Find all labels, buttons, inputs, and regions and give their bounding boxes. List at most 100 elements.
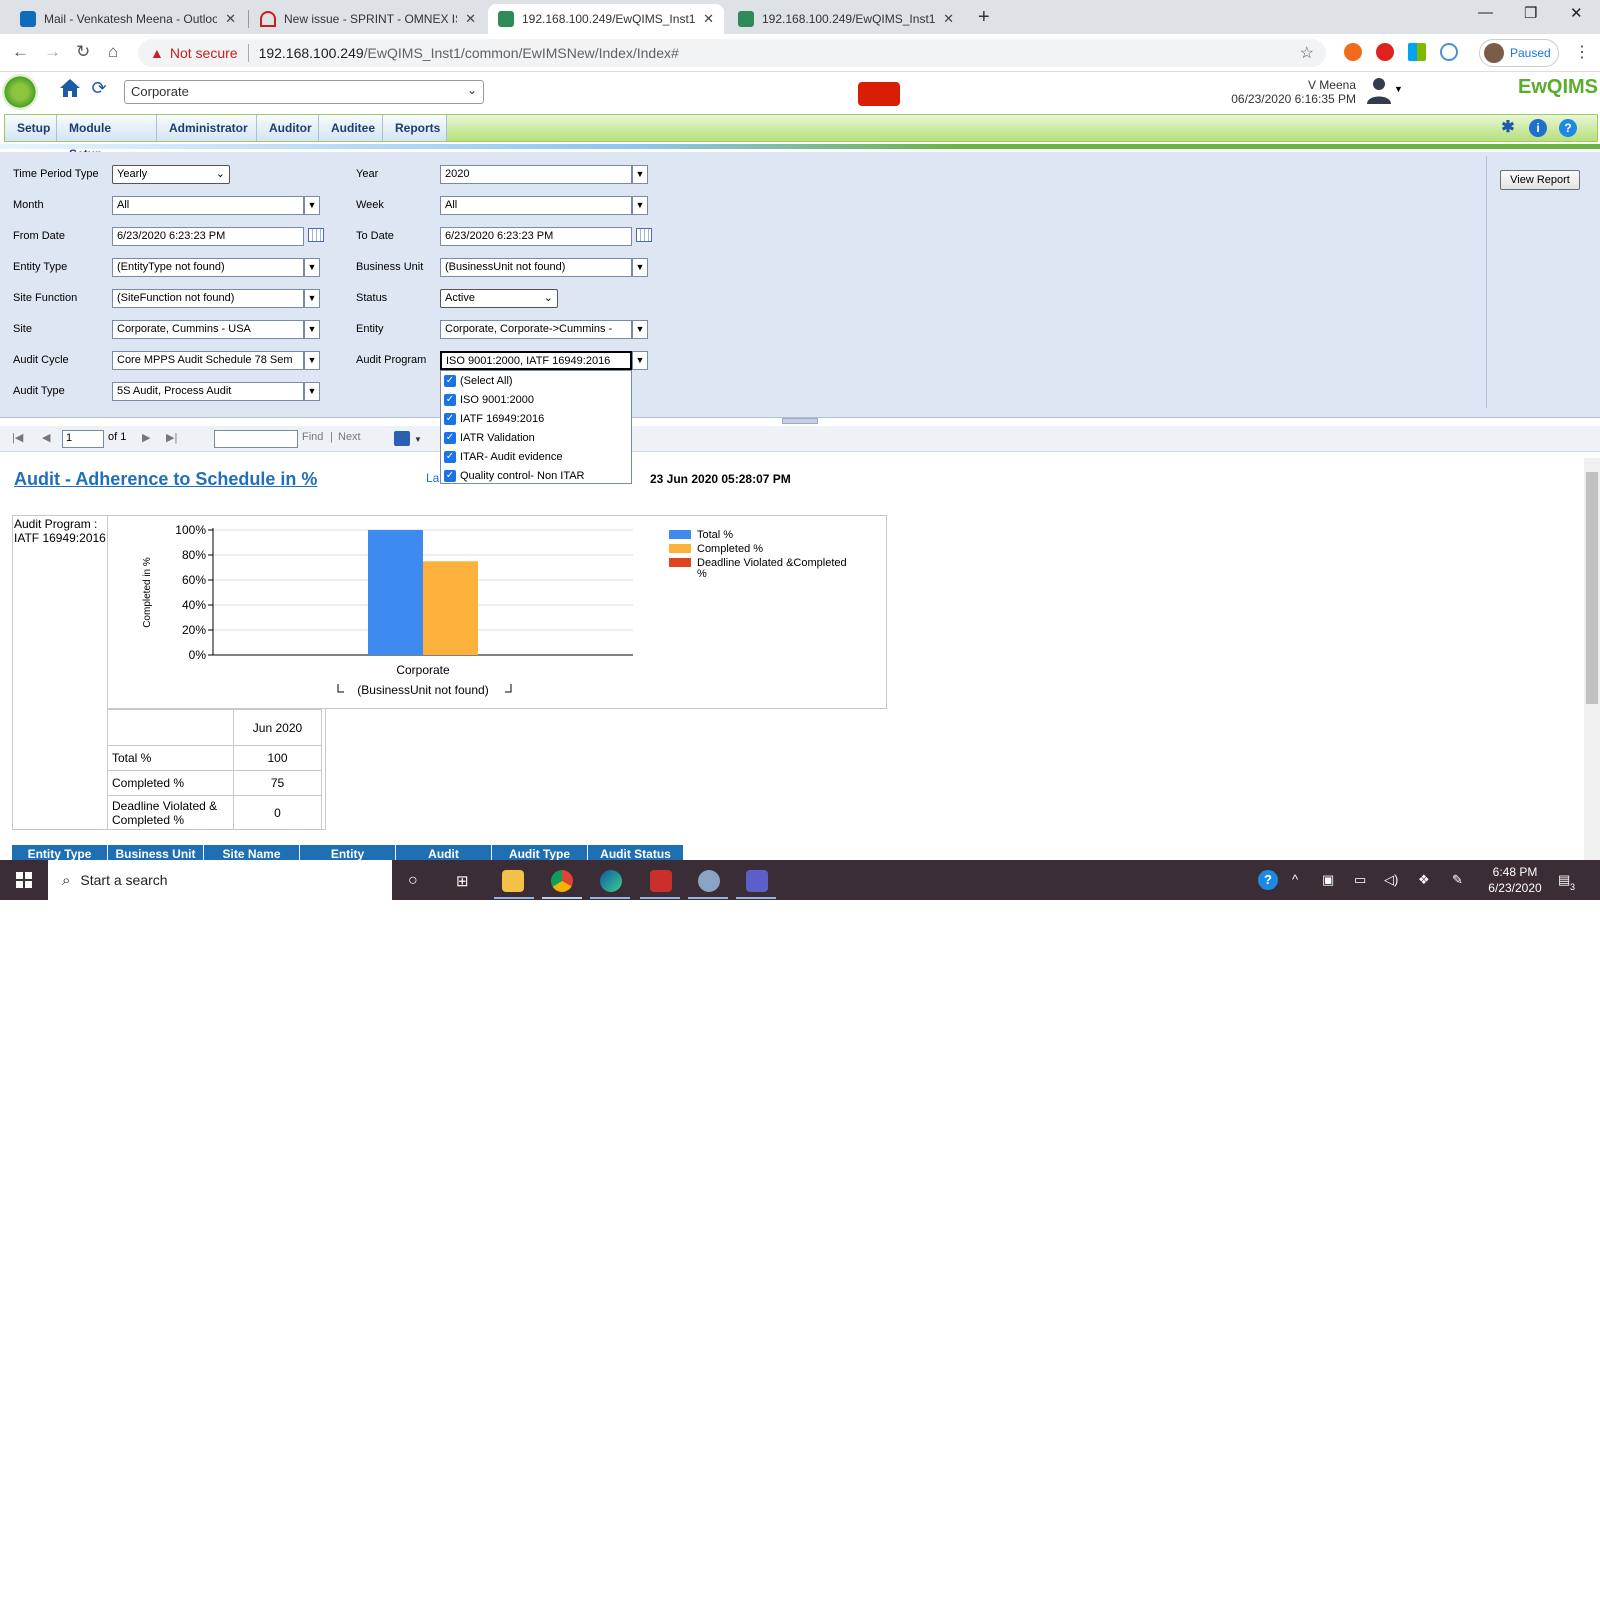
scrollbar-thumb[interactable] <box>1586 472 1598 704</box>
back-icon[interactable]: ← <box>12 42 29 62</box>
caret-down-icon[interactable]: ▼ <box>1394 84 1403 94</box>
menu-auditee[interactable]: Auditee <box>319 115 383 141</box>
audit-program-field[interactable]: ISO 9001:2000, IATF 16949:2016 <box>440 351 632 370</box>
menu-administrator[interactable]: Administrator <box>157 115 257 141</box>
taskbar-search-input[interactable]: ⌕ Start a search <box>48 860 392 900</box>
network-icon[interactable]: ▣ <box>1322 872 1334 888</box>
close-icon[interactable]: ✕ <box>703 11 714 27</box>
edge-icon[interactable] <box>600 870 622 892</box>
audit-type-field[interactable]: 5S Audit, Process Audit <box>112 382 304 401</box>
restore-icon[interactable]: ❐ <box>1524 4 1537 22</box>
next-link[interactable]: Next <box>338 431 361 443</box>
corporate-select[interactable]: Corporate ⌄ <box>124 80 484 104</box>
week-dropdown-button[interactable]: ▼ <box>632 196 648 215</box>
first-page-icon[interactable]: |◀ <box>12 431 23 444</box>
tab-ewqims-2[interactable]: 192.168.100.249/EwQIMS_Inst1/common ✕ <box>728 4 964 34</box>
status-select[interactable]: Active ⌄ <box>440 289 558 308</box>
audit-program-option[interactable]: ✓ ITAR- Audit evidence <box>441 447 631 466</box>
profile-paused-button[interactable]: Paused <box>1479 39 1559 67</box>
business-unit-field[interactable]: (BusinessUnit not found) <box>440 258 632 277</box>
next-page-icon[interactable]: ▶ <box>142 431 150 444</box>
find-input[interactable] <box>214 430 298 448</box>
site-dropdown-button[interactable]: ▼ <box>304 320 320 339</box>
file-explorer-icon[interactable] <box>502 870 524 892</box>
audit-cycle-field[interactable]: Core MPPS Audit Schedule 78 Sem <box>112 351 304 370</box>
chevron-up-icon[interactable]: ^ <box>1292 872 1298 887</box>
extension-fire-icon[interactable] <box>1344 43 1362 61</box>
new-tab-icon[interactable]: + <box>978 6 990 29</box>
menu-auditor[interactable]: Auditor <box>257 115 319 141</box>
help-icon[interactable]: ? <box>1559 119 1577 137</box>
security-app-icon[interactable] <box>650 870 672 892</box>
panel-collapse-handle[interactable] <box>782 418 818 424</box>
view-report-button[interactable]: View Report <box>1500 170 1580 190</box>
export-save-icon[interactable] <box>394 431 410 446</box>
page-number-input[interactable]: 1 <box>62 430 104 448</box>
checkbox-checked-icon[interactable]: ✓ <box>444 374 456 387</box>
entity-field[interactable]: Corporate, Corporate->Cummins - <box>440 320 632 339</box>
previous-page-icon[interactable]: ◀ <box>42 431 50 444</box>
home-icon[interactable] <box>58 76 82 100</box>
caret-down-icon[interactable]: ▼ <box>414 435 422 444</box>
calendar-icon[interactable] <box>636 228 652 242</box>
last-page-icon[interactable]: ▶| <box>166 431 177 444</box>
report-title[interactable]: Audit - Adherence to Schedule in % <box>14 469 317 490</box>
battery-icon[interactable]: ▭ <box>1354 872 1366 888</box>
minimize-icon[interactable]: — <box>1478 4 1493 21</box>
more-menu-icon[interactable]: ⋮ <box>1574 42 1590 62</box>
checkbox-checked-icon[interactable]: ✓ <box>444 393 456 406</box>
business-unit-dropdown-button[interactable]: ▼ <box>632 258 648 277</box>
calendar-icon[interactable] <box>308 228 324 242</box>
forward-icon[interactable]: → <box>44 42 61 62</box>
site-field[interactable]: Corporate, Cummins - USA <box>112 320 304 339</box>
tab-ewqims-active[interactable]: 192.168.100.249/EwQIMS_Inst1/common ✕ <box>488 4 724 34</box>
week-field[interactable]: All <box>440 196 632 215</box>
audit-cycle-dropdown-button[interactable]: ▼ <box>304 351 320 370</box>
audit-program-option[interactable]: ✓ ISO 9001:2000 <box>441 390 631 409</box>
extension-windows-icon[interactable] <box>1408 43 1426 61</box>
tab-outlook[interactable]: Mail - Venkatesh Meena - Outlook ✕ <box>10 4 246 34</box>
audit-program-option[interactable]: ✓ Quality control- Non ITAR <box>441 466 631 485</box>
time-period-type-select[interactable]: Yearly ⌄ <box>112 165 230 184</box>
menu-setup[interactable]: Setup <box>5 115 57 141</box>
refresh-icon[interactable]: ⟳ <box>88 77 110 99</box>
audit-type-dropdown-button[interactable]: ▼ <box>304 382 320 401</box>
pen-icon[interactable]: ✎ <box>1452 872 1463 888</box>
audit-program-dropdown-button[interactable]: ▼ <box>632 351 648 370</box>
reload-icon[interactable]: ↻ <box>76 42 90 62</box>
month-field[interactable]: All <box>112 196 304 215</box>
close-icon[interactable]: ✕ <box>225 11 236 27</box>
url-field[interactable]: ▲ Not secure 192.168.100.249 /EwQIMS_Ins… <box>138 39 1326 67</box>
window-close-icon[interactable]: ✕ <box>1570 4 1583 22</box>
pin-icon[interactable]: ✱ <box>1499 119 1517 137</box>
year-dropdown-button[interactable]: ▼ <box>632 165 648 184</box>
entity-dropdown-button[interactable]: ▼ <box>632 320 648 339</box>
bookmark-star-icon[interactable]: ☆ <box>1300 43 1314 63</box>
extension-sync-icon[interactable] <box>1440 43 1458 61</box>
site-function-dropdown-button[interactable]: ▼ <box>304 289 320 308</box>
menu-reports[interactable]: Reports <box>383 115 447 141</box>
home-icon[interactable]: ⌂ <box>108 42 118 62</box>
checkbox-checked-icon[interactable]: ✓ <box>444 412 456 425</box>
month-dropdown-button[interactable]: ▼ <box>304 196 320 215</box>
from-date-field[interactable]: 6/23/2020 6:23:23 PM <box>112 227 304 246</box>
dropbox-icon[interactable]: ❖ <box>1418 872 1430 888</box>
task-view-icon[interactable]: ⊞ <box>456 872 469 890</box>
tab-sprint-issue[interactable]: New issue - SPRINT - OMNEX ISSUES ✕ <box>250 4 486 34</box>
notifications-icon[interactable]: ▤ <box>1558 872 1570 888</box>
checkbox-checked-icon[interactable]: ✓ <box>444 431 456 444</box>
help-icon[interactable]: ? <box>1258 870 1278 890</box>
windows-start-icon[interactable] <box>16 872 32 888</box>
find-link[interactable]: Find <box>302 431 323 443</box>
not-secure-label[interactable]: Not secure <box>170 45 238 61</box>
user-icon[interactable] <box>1366 76 1392 104</box>
audit-program-option[interactable]: ✓ IATF 16949:2016 <box>441 409 631 428</box>
checkbox-checked-icon[interactable]: ✓ <box>444 469 456 482</box>
entity-type-dropdown-button[interactable]: ▼ <box>304 258 320 277</box>
close-icon[interactable]: ✕ <box>465 11 476 27</box>
audit-program-option[interactable]: ✓ IATR Validation <box>441 428 631 447</box>
cortana-icon[interactable]: ○ <box>408 872 418 890</box>
to-date-field[interactable]: 6/23/2020 6:23:23 PM <box>440 227 632 246</box>
paint-icon[interactable] <box>698 870 720 892</box>
entity-type-field[interactable]: (EntityType not found) <box>112 258 304 277</box>
